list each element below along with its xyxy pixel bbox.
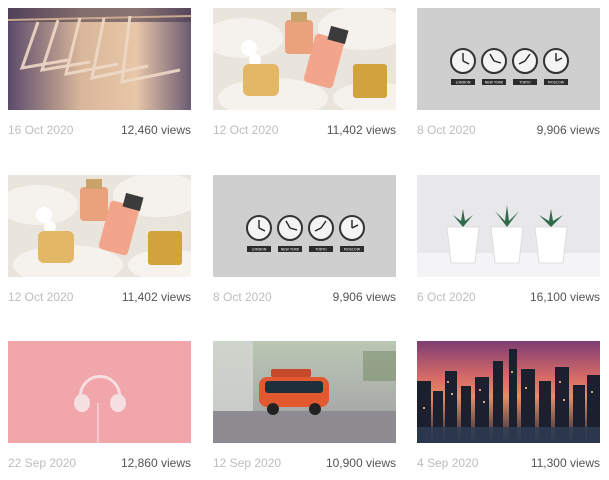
publish-date: 12 Sep 2020: [213, 456, 282, 470]
thumbnail-perfume[interactable]: [8, 175, 191, 277]
clock-label: NEW YORK: [485, 81, 504, 85]
media-card[interactable]: 4 Sep 2020 11,300 views: [417, 341, 600, 471]
media-card[interactable]: 12 Sep 2020 10,900 views: [213, 341, 396, 471]
clock-label: LONDON: [456, 81, 471, 85]
view-count: 12,860 views: [120, 456, 191, 470]
clock-label: TOKYO: [518, 81, 531, 85]
view-count: 16,100 views: [529, 290, 600, 304]
view-count: 9,906 views: [536, 123, 600, 137]
media-card[interactable]: LONDON NEW YORK TOKYO MOSCOW 8 Oct 2020 …: [417, 8, 600, 138]
media-card[interactable]: 12 Oct 2020 11,402 views: [8, 175, 191, 305]
thumbnail-world-clocks[interactable]: LONDON NEW YORK TOKYO MOSCOW: [417, 8, 600, 110]
thumbnail-toy-bus[interactable]: [213, 341, 396, 443]
publish-date: 6 Oct 2020: [417, 290, 476, 304]
thumbnail-headphones[interactable]: [8, 341, 191, 443]
view-count: 11,402 views: [326, 123, 396, 137]
view-count: 10,900 views: [325, 456, 396, 470]
publish-date: 16 Oct 2020: [8, 123, 74, 137]
media-card[interactable]: 12 Oct 2020 11,402 views: [213, 8, 396, 138]
media-card[interactable]: 22 Sep 2020 12,860 views: [8, 341, 191, 471]
media-card[interactable]: LONDON NEW YORK TOKYO MOSCOW 8 Oct 2020 …: [213, 175, 396, 305]
thumbnail-city-skyline[interactable]: [417, 341, 600, 443]
publish-date: 8 Oct 2020: [417, 123, 476, 137]
media-card[interactable]: 16 Oct 2020 12,460 views: [8, 8, 191, 138]
view-count: 9,906 views: [332, 290, 396, 304]
thumbnail-succulents[interactable]: [417, 175, 600, 277]
publish-date: 4 Sep 2020: [417, 456, 479, 470]
clock-label: MOSCOW: [548, 81, 565, 85]
thumbnail-perfume[interactable]: [213, 8, 396, 110]
thumbnail-world-clocks[interactable]: LONDON NEW YORK TOKYO MOSCOW: [213, 175, 396, 277]
view-count: 11,300 views: [530, 456, 600, 470]
publish-date: 8 Oct 2020: [213, 290, 272, 304]
publish-date: 12 Oct 2020: [213, 123, 279, 137]
clock-label: MOSCOW: [344, 248, 361, 252]
thumbnail-hangers[interactable]: [8, 8, 191, 110]
view-count: 12,460 views: [120, 123, 191, 137]
clock-label: NEW YORK: [281, 248, 300, 252]
media-card[interactable]: 6 Oct 2020 16,100 views: [417, 175, 600, 305]
clock-label: LONDON: [252, 248, 267, 252]
video-grid: 16 Oct 2020 12,460 views 12 Oct 2020 11,…: [0, 0, 609, 480]
publish-date: 22 Sep 2020: [8, 456, 77, 470]
publish-date: 12 Oct 2020: [8, 290, 74, 304]
view-count: 11,402 views: [121, 290, 191, 304]
clock-label: TOKYO: [314, 248, 327, 252]
